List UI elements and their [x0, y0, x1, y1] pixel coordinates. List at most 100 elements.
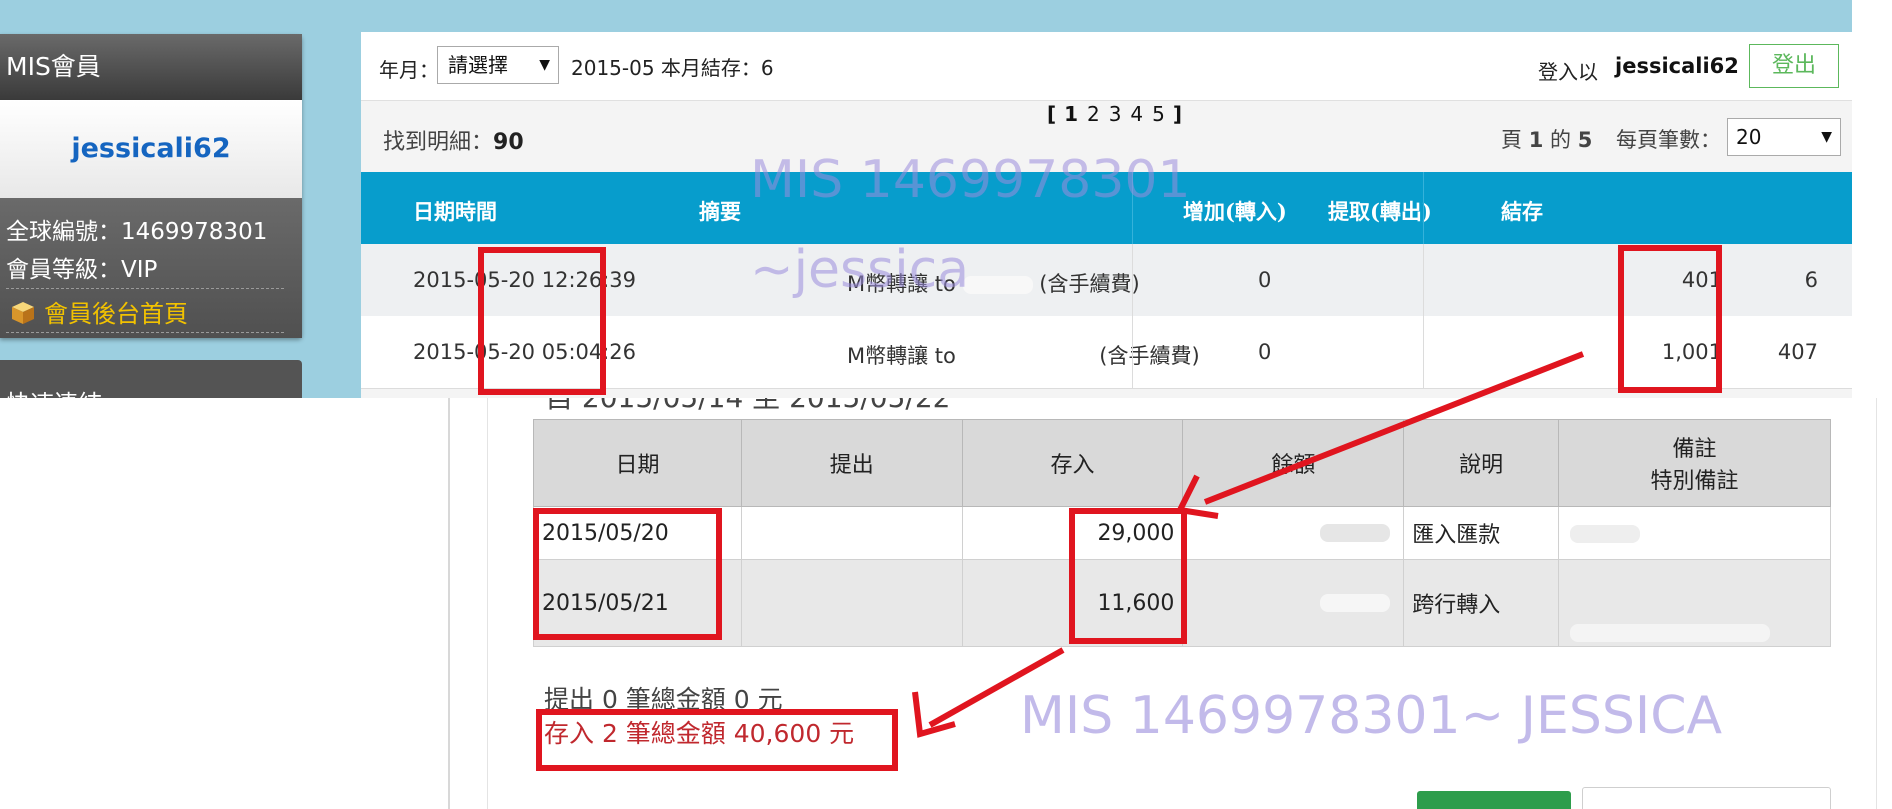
- table-row: 2015-05-20 05:04:26 M幣轉讓 to (含手續費) 0 1,0…: [361, 316, 1852, 389]
- bank-col-withdraw: 提出: [740, 419, 963, 507]
- col-separator: [1132, 244, 1133, 316]
- bank-row-deposit: 11,600: [961, 559, 1184, 647]
- page-link-1[interactable]: 1: [1064, 102, 1078, 126]
- bank-row-withdraw: [740, 506, 963, 560]
- member-home-label: 會員後台首頁: [44, 300, 188, 328]
- row-balance: 6: [1804, 268, 1818, 292]
- col-separator: [1132, 316, 1133, 388]
- row-out: 401: [1681, 268, 1722, 292]
- member-card-title: MIS會員: [0, 34, 302, 100]
- col-separator: [1423, 172, 1424, 244]
- page-info: 頁 1 的 5: [1501, 124, 1592, 154]
- redacted-blur: [962, 348, 1093, 366]
- page-info-mid: 的: [1550, 128, 1571, 152]
- table-row: 2015/05/20 29,000 匯入匯款: [533, 506, 1831, 560]
- col-out: 提取(轉出): [1328, 199, 1432, 224]
- divider: [6, 332, 284, 333]
- toolbar: 年月： 請選擇 ▼ 2015-05 本月結存：6 登入以 jessicali62…: [361, 32, 1852, 101]
- page-link-2[interactable]: 2: [1087, 102, 1100, 126]
- table-row: 2015/05/21 11,600 跨行轉入: [533, 559, 1831, 647]
- page-link-4[interactable]: 4: [1130, 102, 1143, 126]
- row-out: 1,001: [1661, 340, 1722, 364]
- divider: [448, 398, 450, 809]
- redacted-blur: [1320, 524, 1391, 542]
- row-summary-note: (含手續費): [1099, 344, 1200, 368]
- col-balance: 結存: [1501, 199, 1543, 224]
- redacted-blur: [1570, 624, 1771, 642]
- bank-row-note: [1558, 506, 1831, 560]
- row-summary-text: M幣轉讓 to: [847, 344, 956, 368]
- row-datetime: 2015-05-20 12:26:39: [413, 268, 637, 292]
- page-link-3[interactable]: 3: [1109, 102, 1122, 126]
- bank-row-desc: 匯入匯款: [1403, 506, 1560, 560]
- bank-col-deposit: 存入: [961, 419, 1184, 507]
- date-range-text: 自 2015/05/14 至 2015/05/22: [545, 398, 950, 416]
- row-datetime: 2015-05-20 05:04:26: [413, 340, 637, 364]
- main-panel: 年月： 請選擇 ▼ 2015-05 本月結存：6 登入以 jessicali62…: [361, 32, 1852, 398]
- bank-header-row: 日期 提出 存入 餘額 說明 備註 特別備註: [533, 419, 1831, 507]
- divider: [6, 288, 284, 289]
- found-count: 找到明細：90: [383, 124, 524, 156]
- watermark-top-1: MIS 1469978301: [750, 150, 1191, 210]
- year-month-label: 年月：: [379, 58, 439, 82]
- page-info-total: 5: [1577, 128, 1593, 152]
- deposit-summary: 存入 2 筆總金額 40,600 元: [544, 719, 855, 748]
- bank-row-balance: [1182, 506, 1405, 560]
- member-level: 會員等級：VIP: [6, 257, 158, 283]
- bank-row-withdraw: [740, 559, 963, 647]
- member-home-link[interactable]: 會員後台首頁: [10, 294, 188, 329]
- row-balance: 407: [1777, 340, 1818, 364]
- pager-bracket-close: ]: [1172, 102, 1182, 126]
- bank-row-deposit: 29,000: [961, 506, 1184, 560]
- login-as-label: 登入以: [1538, 60, 1598, 84]
- bank-col-note: 備註 特別備註: [1558, 419, 1831, 507]
- bank-statement-table: 日期 提出 存入 餘額 說明 備註 特別備註 2015/05/20 29,000 …: [533, 419, 1831, 647]
- page-link-5[interactable]: 5: [1152, 102, 1165, 126]
- found-count-label: 找到明細：: [383, 130, 494, 155]
- member-info: 全球編號：1469978301 會員等級：VIP 會員後台首頁: [0, 198, 302, 338]
- bank-col-date: 日期: [533, 419, 742, 507]
- col-summary: 摘要: [699, 199, 741, 224]
- page-info-current: 1: [1528, 128, 1544, 152]
- table-row: 2015-05-20 12:26:39 M幣轉讓 to (含手續費) 0 401…: [361, 244, 1852, 317]
- row-in: 0: [1258, 340, 1272, 364]
- quick-links-title: 快速連結: [6, 384, 102, 398]
- row-summary: M幣轉讓 to (含手續費): [847, 340, 1200, 370]
- divider: [487, 398, 488, 809]
- col-separator: [1423, 316, 1424, 388]
- secondary-button[interactable]: [1582, 787, 1831, 809]
- page-info-prefix: 頁: [1501, 128, 1522, 152]
- confirm-button[interactable]: [1417, 791, 1571, 809]
- pagination: [ 1 2 3 4 5 ]: [1047, 102, 1182, 126]
- withdraw-summary: 提出 0 筆總金額 0 元: [544, 685, 783, 714]
- top-screenshot: MIS會員 jessicali62 全球編號：1469978301 會員等級：V…: [0, 0, 1892, 398]
- col-in: 增加(轉入): [1183, 199, 1287, 224]
- bank-row-desc: 跨行轉入: [1403, 559, 1560, 647]
- bank-row-date: 2015/05/20: [533, 506, 742, 560]
- quick-links-card: 快速連結: [0, 360, 302, 398]
- per-page-select[interactable]: 20 ▼: [1727, 118, 1841, 156]
- bank-row-note: [1558, 559, 1831, 647]
- member-card: MIS會員 jessicali62 全球編號：1469978301 會員等級：V…: [0, 34, 302, 338]
- row-summary-note: (含手續費): [1039, 272, 1140, 296]
- watermark-top-2: ~jessica: [750, 240, 970, 300]
- bank-col-balance: 餘額: [1182, 419, 1405, 507]
- bank-row-date: 2015/05/21: [533, 559, 742, 647]
- login-username: jessicali62: [1615, 54, 1739, 78]
- right-edge: [1852, 0, 1892, 398]
- year-month-select-value: 請選擇: [448, 53, 508, 77]
- bottom-screenshot: 自 2015/05/14 至 2015/05/22 日期 提出 存入 餘額 說明…: [0, 398, 1892, 809]
- redacted-blur: [1570, 524, 1641, 543]
- bank-col-desc: 說明: [1403, 419, 1560, 507]
- col-separator: [1423, 244, 1424, 316]
- per-page-label: 每頁筆數：: [1616, 128, 1721, 152]
- logout-button[interactable]: 登出: [1749, 44, 1839, 88]
- dropdown-arrow-icon: ▼: [1821, 129, 1832, 145]
- redacted-blur: [962, 276, 1033, 294]
- year-month-select[interactable]: 請選擇 ▼: [437, 46, 559, 84]
- box-icon: [10, 300, 36, 326]
- member-global-id: 全球編號：1469978301: [6, 219, 268, 245]
- divider: [1876, 398, 1877, 809]
- bank-row-balance: [1182, 559, 1405, 647]
- dropdown-arrow-icon: ▼: [539, 57, 550, 73]
